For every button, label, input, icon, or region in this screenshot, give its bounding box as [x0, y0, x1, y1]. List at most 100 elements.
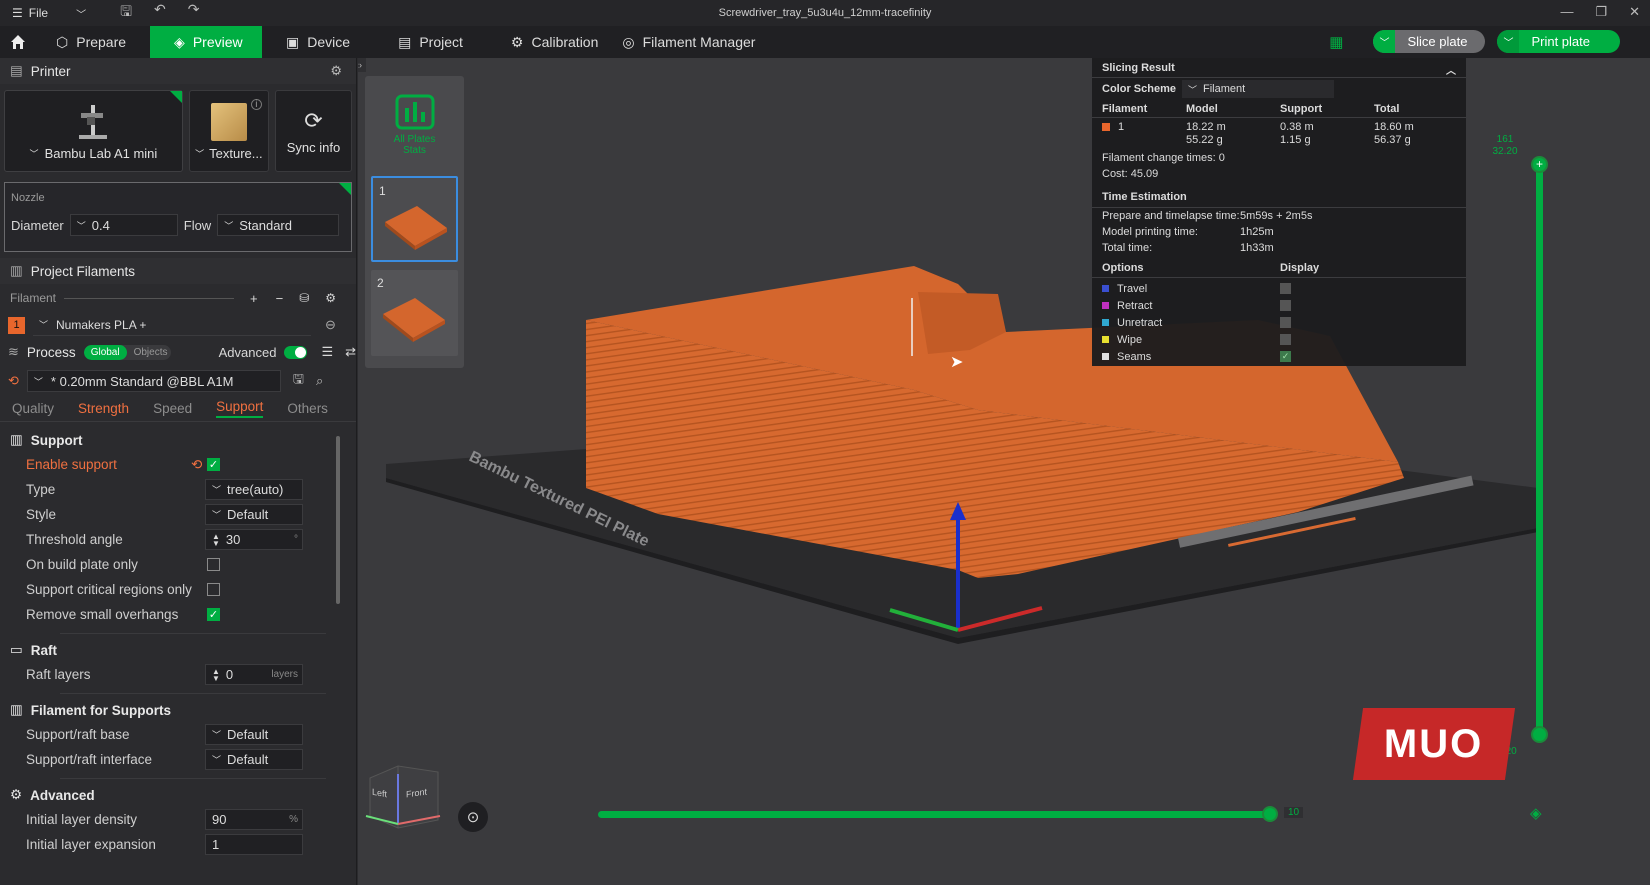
layer-slider[interactable]: 161 32.20 +	[1488, 134, 1548, 754]
advanced-toggle[interactable]	[284, 345, 308, 359]
filament-menu-icon[interactable]: ⊖	[325, 317, 336, 333]
plate-thumbnail-2[interactable]: 2	[371, 270, 458, 356]
collapse-icon[interactable]: ︿	[1446, 62, 1456, 77]
flow-select[interactable]: ﹀ Standard	[217, 214, 340, 236]
col-filament: Filament	[1102, 102, 1148, 115]
multi-device-icon[interactable]: ▦	[1329, 33, 1343, 51]
advanced-group-header: ⚙ Advanced	[0, 783, 356, 807]
gear-icon[interactable]: ⚙	[325, 291, 336, 305]
global-objects-toggle[interactable]: Global Objects	[83, 344, 171, 360]
cost-row: Cost: 45.09	[1092, 166, 1466, 182]
layer-top-handle[interactable]: +	[1531, 156, 1548, 173]
undo-icon[interactable]: ↶	[154, 1, 166, 25]
initial-density-input[interactable]: 90%	[205, 809, 303, 830]
info-icon[interactable]: i	[250, 99, 262, 110]
prepare-time-label: Prepare and timelapse time:	[1102, 210, 1240, 222]
compare-icon[interactable]: ⇄	[345, 344, 356, 360]
reset-icon[interactable]: ⟲	[191, 457, 202, 473]
seams-checkbox[interactable]: ✓	[1280, 351, 1291, 362]
advanced-group-title: Advanced	[30, 787, 95, 803]
move-slider[interactable]: 10	[598, 806, 1304, 822]
chevron-down-icon: ﹀	[195, 149, 205, 159]
threshold-label: Threshold angle	[26, 532, 123, 547]
filament-select[interactable]: ﹀ Numakers PLA +	[33, 314, 311, 336]
save-icon[interactable]: 🖫	[120, 1, 132, 25]
redo-icon[interactable]: ↷	[188, 1, 200, 25]
print-plate-button[interactable]: ﹀ Print plate	[1497, 30, 1620, 53]
slicing-result-header: Slicing Result ︿	[1092, 58, 1466, 78]
tab-speed[interactable]: Speed	[153, 401, 192, 416]
all-plates-stats-button[interactable]: All Plates Stats	[371, 82, 458, 168]
close-icon[interactable]: ✕	[1629, 4, 1640, 20]
reset-icon[interactable]: ⟲	[8, 373, 19, 389]
save-preset-icon[interactable]: 🖫	[293, 370, 304, 392]
tab-preview[interactable]: ◈ Preview	[150, 26, 263, 58]
filament-slot-badge[interactable]: 1	[8, 316, 25, 334]
initial-expansion-input[interactable]: 1	[205, 834, 303, 855]
tab-calibration[interactable]: ⚙ Calibration	[487, 26, 623, 58]
plate-type-card[interactable]: i ﹀ Texture...	[188, 90, 269, 172]
chevron-down-icon: ﹀	[212, 730, 222, 740]
process-preset-select[interactable]: ﹀ * 0.20mm Standard @BBL A1M	[26, 370, 281, 392]
minimize-icon[interactable]: —	[1560, 4, 1573, 20]
remove-filament-icon[interactable]: −	[276, 291, 284, 306]
raft-layers-spinner[interactable]: ▲ ▼ 0 layers	[205, 664, 303, 685]
tab-prepare[interactable]: ⬡ Prepare	[36, 26, 150, 58]
support-length: 0.38 m	[1280, 121, 1314, 133]
printer-model-card[interactable]: ﹀ Bambu Lab A1 mini	[4, 90, 183, 172]
tab-others[interactable]: Others	[287, 401, 328, 416]
cost-text: Cost: 45.09	[1102, 168, 1159, 180]
enable-support-checkbox[interactable]: ✓	[207, 458, 220, 471]
maximize-icon[interactable]: ❐	[1595, 4, 1607, 20]
diameter-select[interactable]: ﹀ 0.4	[69, 214, 178, 236]
chevron-down-icon[interactable]: ﹀	[1497, 30, 1520, 53]
chevron-down-icon[interactable]: ﹀	[1373, 30, 1396, 53]
raft-base-select[interactable]: ﹀ Default	[205, 724, 303, 745]
slice-plate-button[interactable]: ﹀ Slice plate	[1373, 30, 1486, 53]
add-filament-icon[interactable]: +	[250, 291, 258, 306]
critical-regions-checkbox[interactable]	[207, 583, 220, 596]
nozzle-corner-icon	[339, 183, 351, 195]
camera-reset-icon[interactable]: ⊙	[458, 802, 488, 832]
spinner-arrows-icon[interactable]: ▲ ▼	[212, 532, 220, 547]
spinner-arrows-icon[interactable]: ▲ ▼	[212, 667, 220, 682]
list-icon[interactable]: ☰	[321, 344, 333, 360]
travel-checkbox[interactable]	[1280, 283, 1291, 294]
tab-device[interactable]: ▣ Device	[262, 26, 374, 58]
gear-icon[interactable]: ⚙	[330, 63, 342, 79]
threshold-spinner[interactable]: ▲ ▼ 30 °	[205, 529, 303, 550]
tab-project[interactable]: ▤ Project	[374, 26, 487, 58]
view-cube[interactable]: Left Front	[358, 758, 458, 858]
raft-interface-select[interactable]: ﹀ Default	[205, 749, 303, 770]
wipe-checkbox[interactable]	[1280, 334, 1291, 345]
connected-corner-icon	[169, 91, 182, 103]
layers-toggle-icon[interactable]: ◈	[1530, 804, 1542, 822]
color-scheme-select[interactable]: ﹀ Filament	[1182, 80, 1334, 98]
remove-overhangs-checkbox[interactable]: ✓	[207, 608, 220, 621]
auto-refill-icon[interactable]: ⛁	[299, 291, 309, 305]
layer-slider-track	[1536, 162, 1543, 734]
search-icon[interactable]: ⌕	[316, 373, 323, 389]
layer-bottom-handle[interactable]	[1531, 726, 1548, 743]
tab-quality[interactable]: Quality	[12, 401, 54, 416]
global-option[interactable]: Global	[83, 344, 127, 360]
tab-filament-manager[interactable]: ◎ Filament Manager	[622, 26, 779, 58]
tab-support[interactable]: Support	[216, 399, 264, 418]
move-slider-handle[interactable]	[1262, 806, 1278, 822]
nozzle-panel: Nozzle Diameter ﹀ 0.4 Flow ﹀ Standard	[4, 182, 352, 252]
raft-interface-row: Support/raft interface ﹀ Default	[0, 747, 356, 772]
build-plate-only-checkbox[interactable]	[207, 558, 220, 571]
sync-info-button[interactable]: ⟳ Sync info	[274, 90, 352, 172]
raft-base-row: Support/raft base ﹀ Default	[0, 722, 356, 747]
unretract-checkbox[interactable]	[1280, 317, 1291, 328]
file-menu[interactable]: ☰ File ﹀	[0, 6, 86, 21]
objects-option[interactable]: Objects	[127, 345, 171, 360]
type-select[interactable]: ﹀ tree(auto)	[205, 479, 303, 500]
raft-layers-row: Raft layers ▲ ▼ 0 layers	[0, 662, 356, 687]
retract-checkbox[interactable]	[1280, 300, 1291, 311]
col-total: Total	[1374, 102, 1400, 115]
tab-strength[interactable]: Strength	[78, 401, 129, 416]
style-select[interactable]: ﹀ Default	[205, 504, 303, 525]
home-icon[interactable]	[0, 26, 36, 58]
plate-thumbnail-1[interactable]: 1	[371, 176, 458, 262]
